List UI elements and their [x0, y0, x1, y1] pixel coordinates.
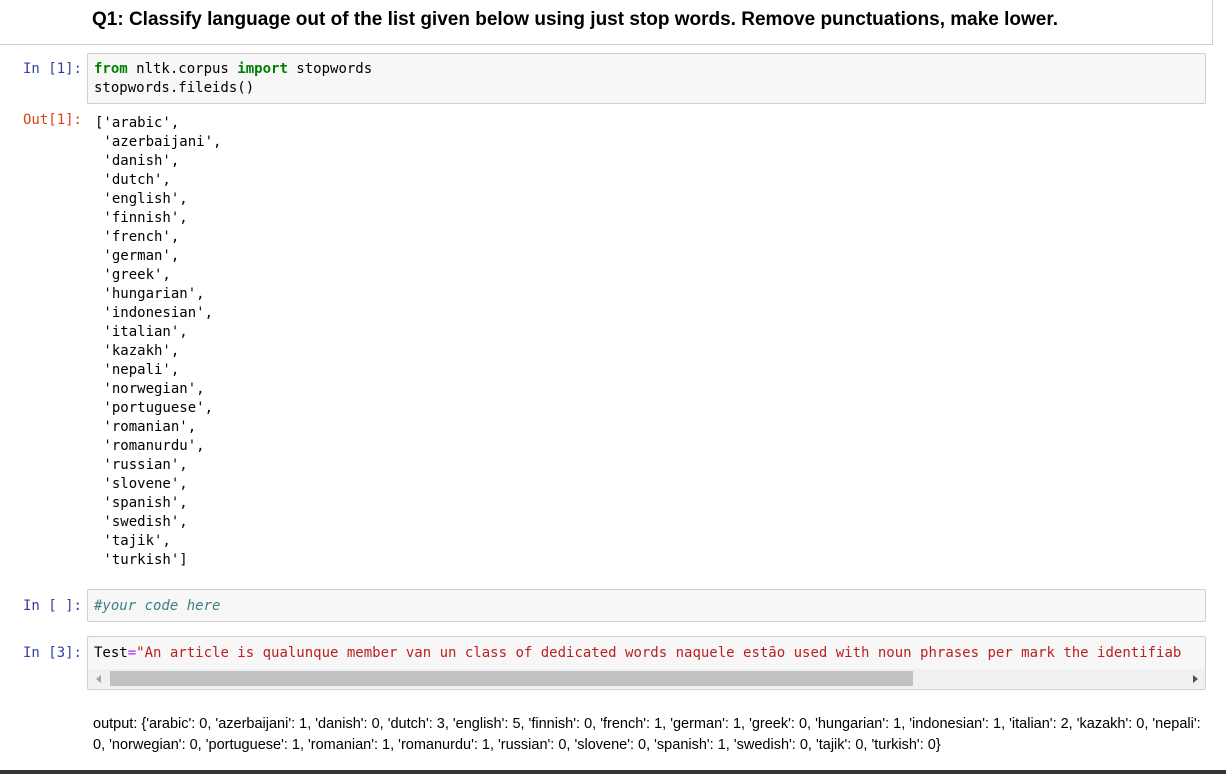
assign-operator: = [127, 645, 137, 661]
output-list-item: 'hungarian', [103, 286, 205, 302]
output-list-item: 'spanish', [103, 495, 188, 511]
string-literal: "An article is qualunque member van un c… [136, 645, 1182, 661]
output-list-item: 'azerbaijani', [103, 134, 222, 150]
output-list-item: 'slovene', [103, 476, 188, 492]
question-heading: Q1: Classify language out of the list gi… [92, 9, 1058, 30]
cell1-out-prompt: Out[1]: [22, 112, 82, 128]
output-list-item: 'swedish', [103, 514, 188, 530]
cell3-output-text: output: {'arabic': 0, 'azerbaijani': 1, … [93, 716, 1201, 753]
output-list-item: 'norwegian', [103, 381, 205, 397]
output-list-item: 'greek', [103, 267, 171, 283]
cell1-in-prompt: In [1]: [22, 61, 82, 77]
output-list-item: 'tajik', [103, 533, 171, 549]
output-list-item: 'romanian', [103, 419, 197, 435]
code-line-test: Test="An article is qualunque member van… [94, 644, 1201, 663]
import-name: stopwords [287, 61, 373, 77]
output-list-item: 'russian', [103, 457, 188, 473]
scroll-left-arrow-icon[interactable] [90, 669, 107, 688]
module-name: nltk.corpus [127, 61, 238, 77]
output-list-item: 'portuguese', [103, 400, 214, 416]
markdown-cell[interactable]: Q1: Classify language out of the list gi… [0, 0, 1213, 45]
horizontal-scrollbar[interactable] [88, 669, 1205, 688]
output-list-item: 'english', [103, 191, 188, 207]
cell3-in-prompt: In [3]: [22, 645, 82, 661]
output-list-item: 'german', [103, 248, 180, 264]
code-line-1: from nltk.corpus import stopwords [94, 60, 1205, 79]
output-list-item: 'danish', [103, 153, 180, 169]
output-list-item: 'turkish'] [95, 552, 188, 568]
keyword-import: import [237, 61, 288, 77]
keyword-from: from [94, 61, 128, 77]
output-list-item: 'nepali', [103, 362, 180, 378]
scroll-thumb[interactable] [110, 671, 913, 686]
output-list-item: 'dutch', [103, 172, 171, 188]
cell1-output-list: ['arabic', 'azerbaijani', 'danish', 'dut… [95, 114, 221, 570]
output-list-item: ['arabic', [95, 115, 180, 131]
output-list-item: 'romanurdu', [103, 438, 205, 454]
cell2-in-prompt: In [ ]: [22, 598, 82, 614]
output-list-item: 'indonesian', [103, 305, 214, 321]
cell2-code-input[interactable]: #your code here [87, 589, 1206, 622]
code-line-2: stopwords.fileids() [94, 80, 255, 96]
output-list-item: 'french', [103, 229, 180, 245]
cell1-code-input[interactable]: from nltk.corpus import stopwords stopwo… [87, 53, 1206, 104]
output-list-item: 'italian', [103, 324, 188, 340]
code-comment: #your code here [94, 598, 221, 614]
variable-test: Test [94, 645, 128, 661]
output-list-item: 'kazakh', [103, 343, 180, 359]
bottom-border [0, 770, 1226, 774]
output-list-item: 'finnish', [103, 210, 188, 226]
scroll-right-arrow-icon[interactable] [1186, 669, 1203, 688]
